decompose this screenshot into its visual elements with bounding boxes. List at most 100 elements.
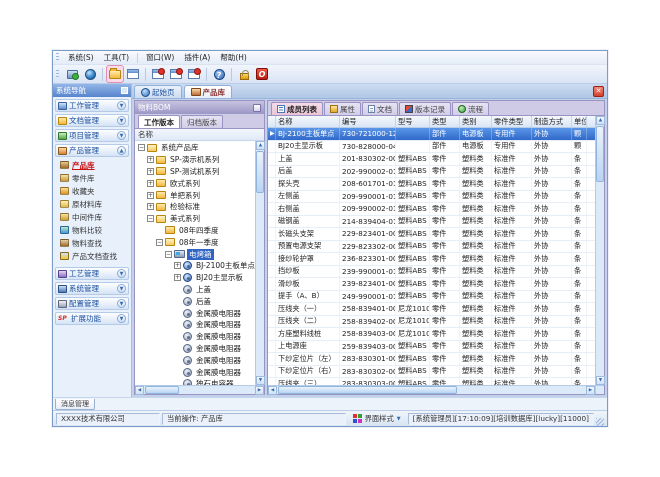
sidebar-section-工作管理[interactable]: 工作管理▼ (55, 99, 129, 112)
tree-node-金属膜电阻器[interactable]: 金属膜电阻器 (135, 343, 255, 355)
tree-hscroll-thumb[interactable] (145, 386, 179, 394)
tab-产品库[interactable]: 产品库 (184, 85, 233, 98)
tree-node-单把系列[interactable]: +单把系列 (135, 189, 255, 201)
sidebar-section-项目管理[interactable]: 项目管理▼ (55, 129, 129, 142)
tree-node-08年一季度[interactable]: −08年一季度 (135, 236, 255, 248)
tree-node-后盖[interactable]: 后盖 (135, 295, 255, 307)
tree-node-上盖[interactable]: 上盖 (135, 284, 255, 296)
scroll-right-icon[interactable]: ▶ (255, 386, 264, 395)
sidebar-section-配置管理[interactable]: 配置管理▼ (55, 297, 129, 310)
tree-node-电烤箱[interactable]: −电烤箱 (135, 248, 255, 260)
tree-node-BJ-2100主板单点[interactable]: +BJ-2100主板单点 (135, 260, 255, 272)
column-header-单位[interactable]: 单位 (572, 116, 587, 127)
scroll-down-icon[interactable]: ▼ (256, 376, 265, 385)
table-row[interactable]: 方座塑料线桩258-839403-00I尼龙1010零件塑料类标准件外协条 (268, 328, 595, 341)
sidebar-section-系统管理[interactable]: 系统管理▼ (55, 282, 129, 295)
globe-button[interactable] (82, 66, 98, 82)
tree-node-08年四季度[interactable]: 08年四季度 (135, 225, 255, 237)
tree-node-系统产品库[interactable]: −系统产品库 (135, 142, 255, 154)
sidebar-item-原材料库[interactable]: 原材料库 (60, 198, 129, 210)
tree-node-金属膜电阻器[interactable]: 金属膜电阻器 (135, 307, 255, 319)
tree-node-检验标准[interactable]: +检验标准 (135, 201, 255, 213)
chevron-down-icon[interactable]: ▼ (117, 314, 126, 323)
grid-horizontal-scrollbar[interactable]: ◀ ▶ (268, 385, 595, 394)
collapse-icon[interactable]: − (156, 239, 163, 246)
tree-column-header[interactable]: 名称 (135, 129, 264, 141)
mail-alert-button[interactable] (150, 66, 166, 82)
table-row[interactable]: 上盖201-830302-00I塑料ABS零件塑料类标准件外协条 (268, 153, 595, 166)
menu-item-3[interactable]: 窗口(W) (141, 51, 179, 64)
expand-icon[interactable]: + (174, 262, 181, 269)
window-alert-button[interactable] (168, 66, 184, 82)
tree-node-SP-测试机系列[interactable]: +SP-测试机系列 (135, 166, 255, 178)
table-row[interactable]: 左侧盖209-990001-01I塑料ABS零件塑料类标准件外协条 (268, 191, 595, 204)
expand-icon[interactable]: + (147, 168, 154, 175)
collapse-icon[interactable]: − (138, 144, 145, 151)
tree-horizontal-scrollbar[interactable]: ◀ ▶ (135, 385, 264, 394)
sidebar-section-扩展功能[interactable]: SP扩展功能▼ (55, 312, 129, 325)
scroll-left-icon[interactable]: ◀ (135, 386, 144, 395)
sidebar-item-产品库[interactable]: 产品库 (60, 159, 129, 171)
table-row[interactable]: ▶BJ-2100主板单点730-721000-12I部件电源板专用件外协颗 (268, 128, 595, 141)
table-row[interactable]: 后盖202-990002-01I塑料ABS零件塑料类标准件外协条 (268, 166, 595, 179)
chevron-up-icon[interactable]: ▲ (117, 146, 126, 155)
message-tab[interactable]: 消息管理 (55, 399, 95, 410)
open-folder-button[interactable] (107, 66, 123, 82)
column-header-编号[interactable]: 编号 (340, 116, 396, 127)
interface-style-dropdown[interactable]: 界面样式 ▼ (348, 413, 406, 425)
table-row[interactable]: 下纱定位片（右）283-830302-00I塑料ABS零件塑料类标准件外协条 (268, 366, 595, 379)
tab-起始页[interactable]: 起始页 (134, 85, 182, 98)
grid-vertical-scrollbar[interactable]: ▲ ▼ (595, 116, 604, 385)
grid-vscroll-thumb[interactable] (596, 126, 604, 182)
tab-成员列表[interactable]: 成员列表 (271, 102, 323, 115)
window-list-button[interactable] (125, 66, 141, 82)
column-header-类别[interactable]: 类别 (460, 116, 492, 127)
menu-item-2[interactable]: 工具(T) (99, 51, 134, 64)
menubar-grip[interactable] (56, 53, 59, 62)
scroll-down-icon[interactable]: ▼ (596, 376, 605, 385)
sidebar-item-收藏夹[interactable]: 收藏夹 (60, 185, 129, 197)
table-row[interactable]: 挡纱板239-990001-01I塑料ABS零件塑料类标准件外协条 (268, 266, 595, 279)
sidebar-item-零件库[interactable]: 零件库 (60, 172, 129, 184)
chevron-down-icon[interactable]: ▼ (117, 299, 126, 308)
expand-icon[interactable]: + (147, 192, 154, 199)
table-row[interactable]: 压线夹（二）258-839402-00I尼龙1010零件塑料类标准件外协条 (268, 316, 595, 329)
tree-node-金属膜电阻器[interactable]: 金属膜电阻器 (135, 354, 255, 366)
column-header-型号[interactable]: 型号 (396, 116, 430, 127)
expand-icon[interactable]: + (174, 274, 181, 281)
table-row[interactable]: 右侧盖209-990002-01I塑料ABS零件塑料类标准件外协条 (268, 203, 595, 216)
help-button[interactable]: ? (211, 66, 227, 82)
table-row[interactable]: 滑纱板239-823401-00I塑料ABS零件塑料类标准件外协条 (268, 278, 595, 291)
tree-node-金属膜电阻器[interactable]: 金属膜电阻器 (135, 331, 255, 343)
table-row[interactable]: 探头壳208-601701-01I塑料ABS零件塑料类标准件外协条 (268, 178, 595, 191)
pin-icon[interactable] (253, 104, 261, 112)
sidebar-item-物料比较[interactable]: 物料比较 (60, 224, 129, 236)
sidebar-collapse-icon[interactable] (121, 87, 128, 94)
table-row[interactable]: 长磁头支架229-823401-00I塑料ABS零件塑料类标准件外协条 (268, 228, 595, 241)
chevron-down-icon[interactable]: ▼ (117, 116, 126, 125)
table-row[interactable]: 接纱轮护罩236-823301-00I塑料ABS零件塑料类标准件外协条 (268, 253, 595, 266)
tree-node-美式系列[interactable]: −美式系列 (135, 213, 255, 225)
tree-node-BJ20主显示板[interactable]: +BJ20主显示板 (135, 272, 255, 284)
table-row[interactable]: 压线夹（三）283-830303-00I塑料ABS零件塑料类标准件外协条 (268, 378, 595, 385)
tab-版本记录[interactable]: 版本记录 (399, 102, 451, 115)
tab-文档[interactable]: 文档 (362, 102, 398, 115)
scroll-up-icon[interactable]: ▲ (256, 141, 265, 150)
menu-item-5[interactable]: 帮助(H) (215, 51, 252, 64)
tree-node-欧式系列[interactable]: +欧式系列 (135, 177, 255, 189)
table-row[interactable]: 上电源座259-839403-00I塑料ABS零件塑料类标准件外协条 (268, 341, 595, 354)
scroll-right-icon[interactable]: ▶ (586, 386, 595, 395)
sidebar-section-产品管理[interactable]: 产品管理▲ (55, 144, 129, 157)
column-header-制造方式[interactable]: 制造方式 (532, 116, 572, 127)
expand-icon[interactable]: + (147, 203, 154, 210)
scroll-up-icon[interactable]: ▲ (596, 116, 605, 125)
logout-button[interactable]: O (254, 66, 270, 82)
sidebar-section-文档管理[interactable]: 文档管理▼ (55, 114, 129, 127)
table-row[interactable]: 压线夹（一）258-839401-00I尼龙1010零件塑料类标准件外协条 (268, 303, 595, 316)
grid-hscroll-thumb[interactable] (278, 386, 457, 394)
column-header-名称[interactable]: 名称 (276, 116, 340, 127)
chevron-down-icon[interactable]: ▼ (117, 284, 126, 293)
resize-grip[interactable] (596, 418, 604, 426)
chevron-down-icon[interactable]: ▼ (117, 101, 126, 110)
menu-item-4[interactable]: 插件(A) (179, 51, 215, 64)
